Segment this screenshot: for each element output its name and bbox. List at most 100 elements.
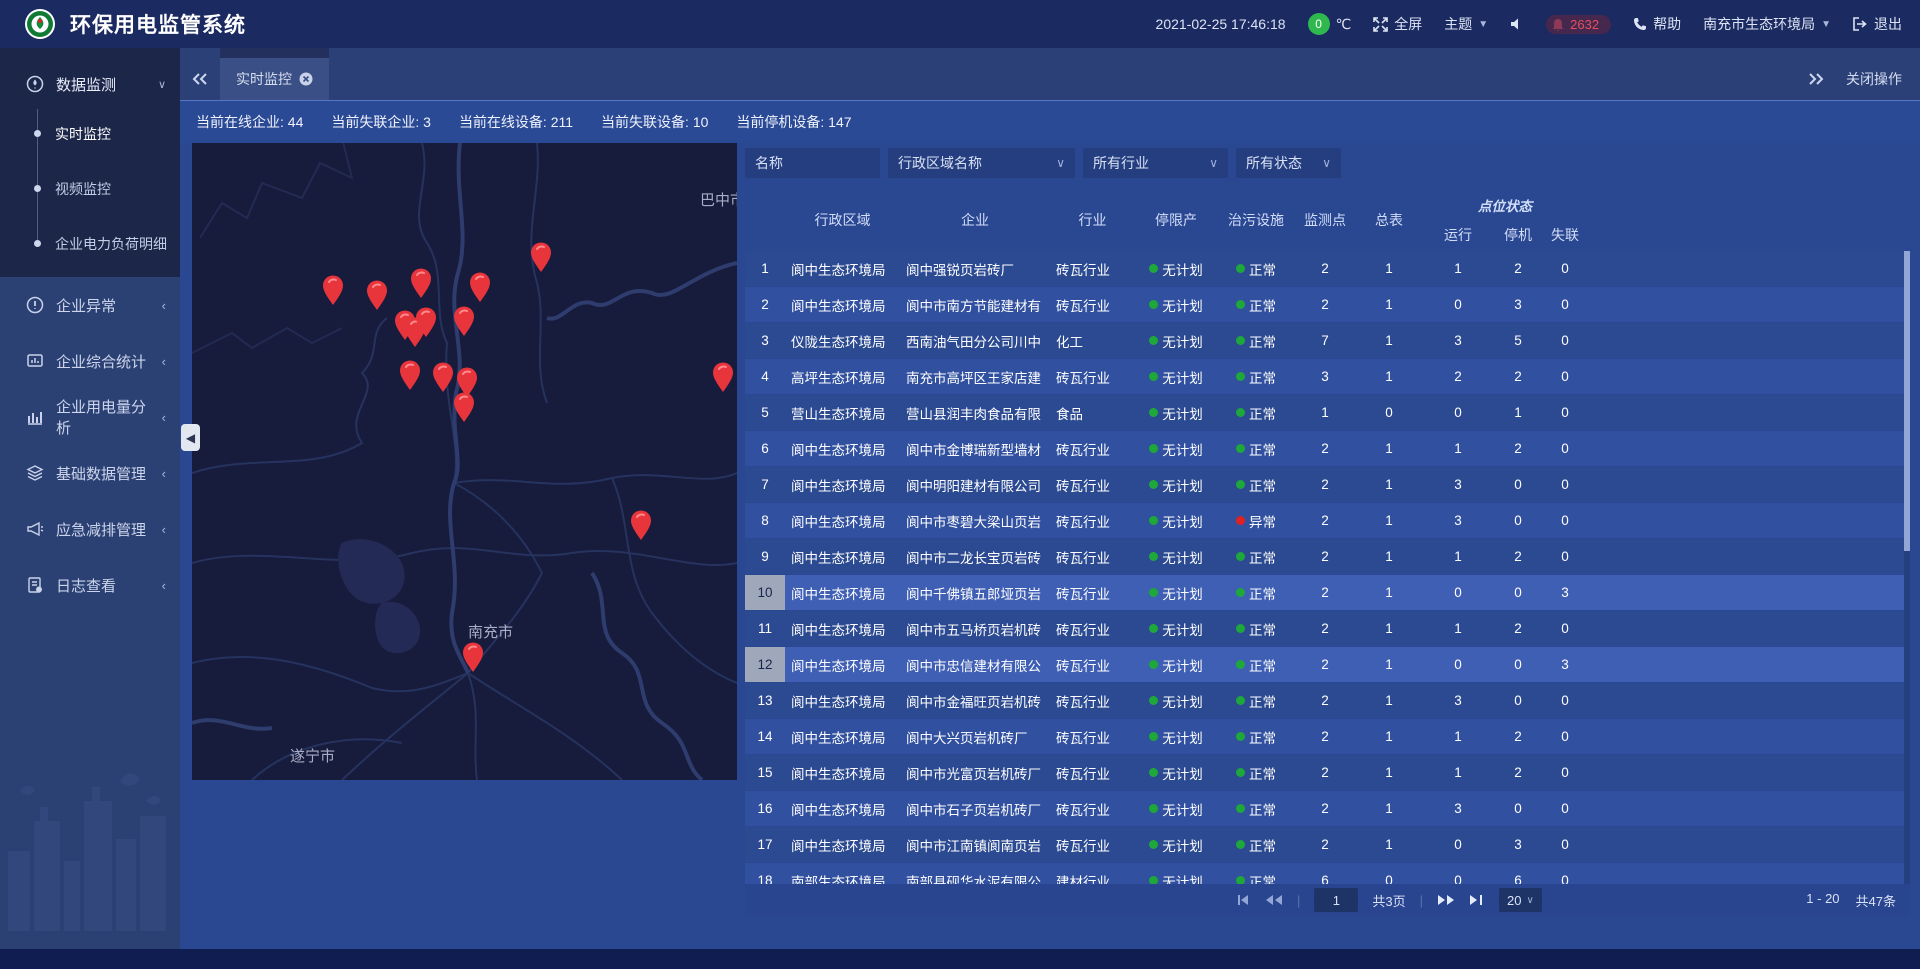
status-dot: [1236, 480, 1245, 489]
map-marker-pin[interactable]: [367, 281, 387, 311]
cell-stopped: 3: [1493, 287, 1543, 322]
name-filter-input[interactable]: 名称: [745, 148, 880, 178]
status-filter-select[interactable]: 所有状态∨: [1236, 148, 1341, 178]
sidebar-collapse-handle[interactable]: ◀: [181, 424, 200, 451]
page-number-input[interactable]: 1: [1314, 888, 1358, 912]
cell-company: 南充市高坪区王家店建: [900, 359, 1050, 394]
table-row[interactable]: 17阆中生态环境局阆中市江南镇阆南页岩砖瓦行业无计划正常21030: [745, 827, 1910, 862]
sidebar-subitem-视频监控[interactable]: 视频监控: [0, 161, 180, 216]
cell-company: 阆中市忠信建材有限公: [900, 647, 1050, 682]
table-scrollbar[interactable]: [1904, 251, 1910, 884]
sidebar-item-基础数据管理[interactable]: 基础数据管理‹: [0, 445, 180, 501]
table-row[interactable]: 12阆中生态环境局阆中市忠信建材有限公砖瓦行业无计划正常21003: [745, 647, 1910, 682]
table-row[interactable]: 5营山生态环境局营山县润丰肉食品有限食品无计划正常10010: [745, 395, 1910, 430]
next-page-button[interactable]: [1437, 894, 1455, 906]
close-operations-button[interactable]: 关闭操作: [1846, 69, 1902, 89]
table-row[interactable]: 4高坪生态环境局南充市高坪区王家店建砖瓦行业无计划正常31220: [745, 359, 1910, 394]
page-size-select[interactable]: 20∨: [1499, 888, 1542, 912]
submenu-dot: [34, 240, 41, 247]
table-row[interactable]: 6阆中生态环境局阆中市金博瑞新型墙材砖瓦行业无计划正常21120: [745, 431, 1910, 466]
map-marker-pin[interactable]: [400, 361, 420, 391]
tab-close-icon[interactable]: [299, 72, 313, 86]
logout-button[interactable]: 退出: [1853, 14, 1902, 34]
status-label: 无计划: [1162, 295, 1203, 315]
table-row[interactable]: 18南部生态环境局南部县砚华水泥有限公建材行业无计划正常60060: [745, 863, 1910, 884]
map-panel[interactable]: 巴中市南充市遂宁市: [192, 143, 737, 780]
last-page-button[interactable]: [1469, 894, 1485, 906]
table-row[interactable]: 9阆中生态环境局阆中市二龙长宝页岩砖砖瓦行业无计划正常21120: [745, 539, 1910, 574]
double-chevron-right-icon[interactable]: [1808, 73, 1824, 85]
cell-region: 阆中生态环境局: [785, 827, 900, 862]
sidebar-item-企业异常[interactable]: 企业异常‹: [0, 277, 180, 333]
tab-scroll-left-button[interactable]: [180, 58, 220, 100]
scrollbar-thumb[interactable]: [1904, 251, 1910, 551]
cell-stopped: 2: [1493, 251, 1543, 286]
table-row[interactable]: 15阆中生态环境局阆中市光富页岩机砖厂砖瓦行业无计划正常21120: [745, 755, 1910, 790]
table-row[interactable]: 8阆中生态环境局阆中市枣碧大梁山页岩砖瓦行业无计划异常21300: [745, 503, 1910, 538]
org-dropdown[interactable]: 南充市生态环境局▼: [1703, 14, 1831, 34]
cell-run: 1: [1423, 431, 1493, 466]
map-marker-pin[interactable]: [713, 363, 733, 393]
cell-region: 阆中生态环境局: [785, 611, 900, 646]
submenu-data-monitoring: 实时监控视频监控企业电力负荷明细: [0, 106, 180, 271]
chevron-down-icon: ∨: [1526, 895, 1533, 906]
map-marker-pin[interactable]: [454, 393, 474, 423]
map-marker-pin[interactable]: [457, 368, 477, 398]
notification-badge[interactable]: 2632: [1546, 15, 1611, 34]
tab-实时监控[interactable]: 实时监控: [220, 58, 329, 100]
chevron-left-icon: ‹: [162, 522, 166, 537]
sidebar-item-日志查看[interactable]: 日志查看‹: [0, 557, 180, 613]
cell-points: 2: [1295, 755, 1355, 790]
sidebar-item-应急减排管理[interactable]: 应急减排管理‹: [0, 501, 180, 557]
row-number: 13: [745, 683, 785, 718]
pagination-bar: | 1 共3页 | 20∨ 1 - 20 共47条: [745, 884, 1910, 916]
cell-points: 1: [1295, 395, 1355, 430]
sound-button[interactable]: [1510, 17, 1524, 31]
sidebar-subitem-实时监控[interactable]: 实时监控: [0, 106, 180, 161]
sidebar-item-data-monitoring[interactable]: 数据监测 ∨: [0, 62, 180, 106]
sidebar-item-企业用电量分析[interactable]: 企业用电量分析‹: [0, 389, 180, 445]
table-row[interactable]: 13阆中生态环境局阆中市金福旺页岩机砖砖瓦行业无计划正常21300: [745, 683, 1910, 718]
total-count-label: 共47条: [1856, 891, 1896, 910]
table-row[interactable]: 14阆中生态环境局阆中大兴页岩机砖厂砖瓦行业无计划正常21120: [745, 719, 1910, 754]
map-marker-pin[interactable]: [323, 276, 343, 306]
table-row[interactable]: 11阆中生态环境局阆中市五马桥页岩机砖砖瓦行业无计划正常21120: [745, 611, 1910, 646]
cell-facility-status: 正常: [1217, 323, 1295, 358]
map-marker-pin[interactable]: [411, 269, 431, 299]
cell-points: 2: [1295, 683, 1355, 718]
theme-dropdown[interactable]: 主题▼: [1444, 14, 1488, 34]
cell-filler: [1587, 395, 1910, 430]
row-number: 7: [745, 467, 785, 502]
cell-lost: 0: [1543, 827, 1587, 862]
table-row[interactable]: 16阆中生态环境局阆中市石子页岩机砖厂砖瓦行业无计划正常21300: [745, 791, 1910, 826]
filter-row: 名称 行政区域名称∨ 所有行业∨ 所有状态∨: [745, 148, 1341, 178]
cell-points: 2: [1295, 431, 1355, 466]
cell-facility-status: 正常: [1217, 467, 1295, 502]
table-row[interactable]: 3仪陇生态环境局西南油气田分公司川中化工无计划正常71350: [745, 323, 1910, 358]
sidebar-subitem-企业电力负荷明细[interactable]: 企业电力负荷明细: [0, 216, 180, 271]
prev-page-button[interactable]: [1265, 894, 1283, 906]
first-page-button[interactable]: [1235, 894, 1251, 906]
cell-stopped: 2: [1493, 431, 1543, 466]
fullscreen-button[interactable]: 全屏: [1373, 14, 1422, 34]
table-row[interactable]: 10阆中生态环境局阆中千佛镇五郎垭页岩砖瓦行业无计划正常21003: [745, 575, 1910, 610]
cell-total: 1: [1355, 827, 1423, 862]
map-marker-pin[interactable]: [433, 363, 453, 393]
map-lake: [338, 539, 420, 653]
industry-filter-select[interactable]: 所有行业∨: [1083, 148, 1228, 178]
help-button[interactable]: 帮助: [1633, 14, 1681, 34]
cell-filler: [1587, 503, 1910, 538]
cell-industry: 砖瓦行业: [1050, 827, 1135, 862]
menu-label: 基础数据管理: [56, 463, 146, 484]
cell-filler: [1587, 863, 1910, 884]
cell-industry: 砖瓦行业: [1050, 467, 1135, 502]
map-marker-pin[interactable]: [631, 511, 651, 541]
sidebar-item-企业综合统计[interactable]: 企业综合统计‹: [0, 333, 180, 389]
cell-total: 1: [1355, 575, 1423, 610]
table-row[interactable]: 7阆中生态环境局阆中明阳建材有限公司砖瓦行业无计划正常21300: [745, 467, 1910, 502]
region-filter-select[interactable]: 行政区域名称∨: [888, 148, 1075, 178]
cell-filler: [1587, 575, 1910, 610]
table-row[interactable]: 2阆中生态环境局阆中市南方节能建材有砖瓦行业无计划正常21030: [745, 287, 1910, 322]
table-row[interactable]: 1阆中生态环境局阆中强锐页岩砖厂砖瓦行业无计划正常21120: [745, 251, 1910, 286]
map-marker-pin[interactable]: [470, 273, 490, 303]
